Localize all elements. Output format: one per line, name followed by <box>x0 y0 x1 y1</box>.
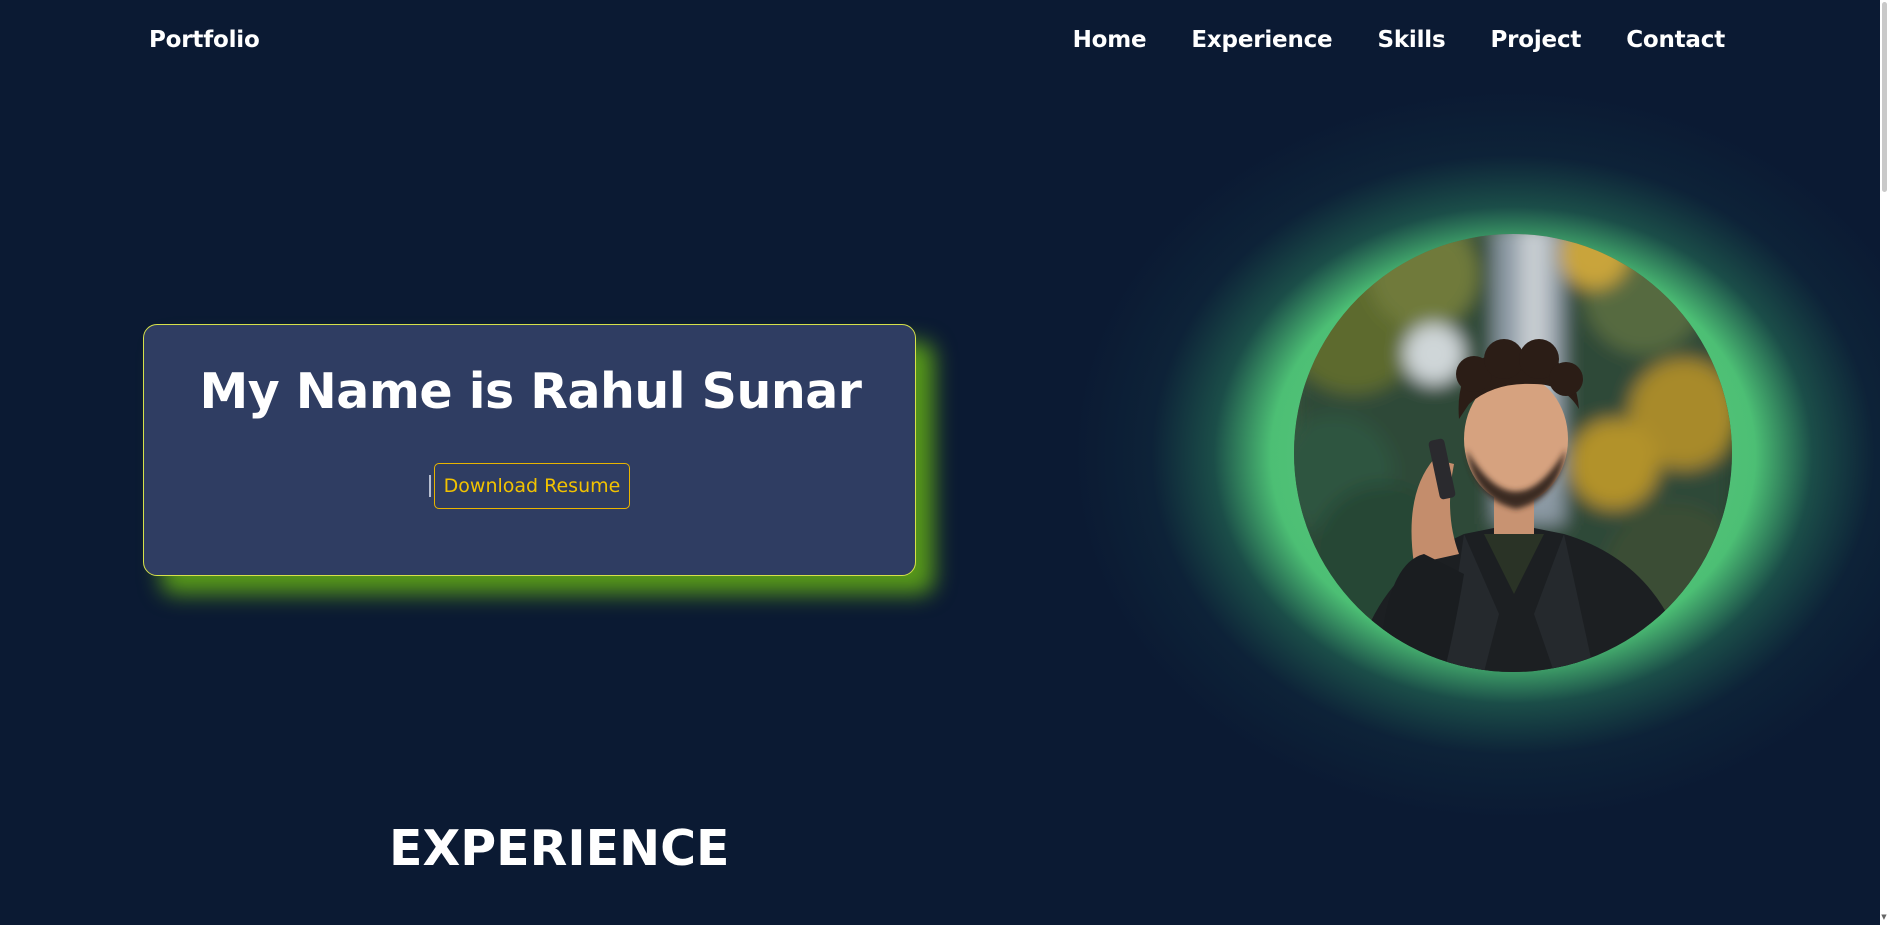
text-cursor <box>429 475 431 497</box>
profile-photo-illustration <box>1294 234 1732 672</box>
nav-link-contact[interactable]: Contact <box>1626 27 1725 53</box>
nav-link-experience[interactable]: Experience <box>1191 27 1332 53</box>
nav-links: Home Experience Skills Project Contact <box>1073 27 1726 53</box>
experience-heading: EXPERIENCE <box>389 820 730 877</box>
profile-photo <box>1294 234 1732 672</box>
nav-link-home[interactable]: Home <box>1073 27 1147 53</box>
scroll-down-arrow-icon[interactable]: ▼ <box>1880 913 1888 921</box>
hero-card: My Name is Rahul Sunar Download Resume <box>143 324 916 576</box>
hero-title: My Name is Rahul Sunar <box>199 363 862 420</box>
page-scrollbar[interactable]: ▼ <box>1880 0 1888 925</box>
scrollbar-thumb[interactable] <box>1882 2 1887 192</box>
top-navbar: Portfolio Home Experience Skills Project… <box>0 0 1888 88</box>
brand-logo[interactable]: Portfolio <box>149 27 260 53</box>
nav-link-project[interactable]: Project <box>1490 27 1581 53</box>
nav-link-skills[interactable]: Skills <box>1377 27 1445 53</box>
portfolio-page: Portfolio Home Experience Skills Project… <box>0 0 1888 925</box>
download-resume-button[interactable]: Download Resume <box>434 463 630 509</box>
